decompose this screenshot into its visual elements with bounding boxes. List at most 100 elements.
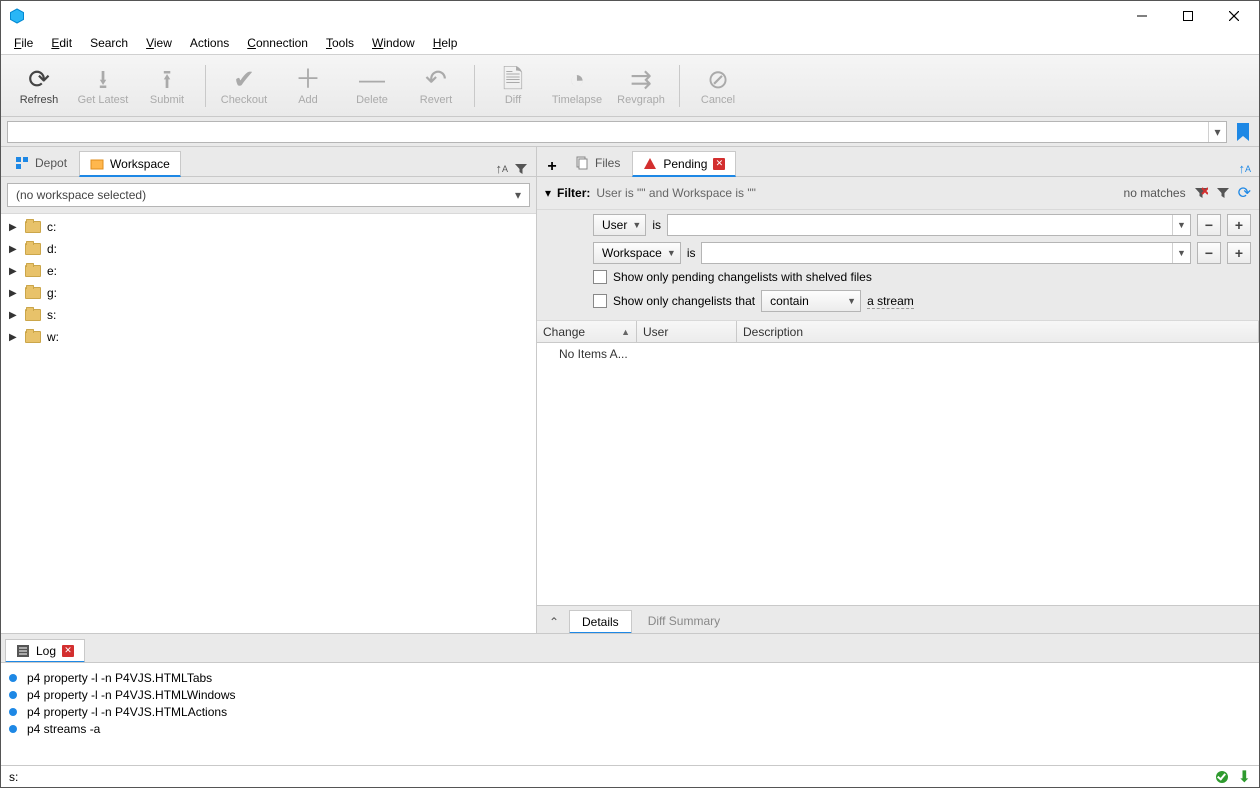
maximize-button[interactable] [1165,1,1211,31]
workspace-icon [90,157,104,171]
folder-icon [25,265,41,277]
col-user[interactable]: User [637,321,737,342]
delete-button[interactable]: — Delete [340,58,404,114]
collapse-filter-icon[interactable]: ▾ [545,186,551,200]
expand-icon[interactable]: ▶ [9,222,19,233]
address-dropdown[interactable]: ▾ [1208,122,1226,142]
shelved-label: Show only pending changelists with shelv… [613,270,872,284]
workspace-tree[interactable]: ▶c:▶d:▶e:▶g:▶s:▶w: [1,213,536,633]
get-latest-button[interactable]: ⭳ Get Latest [71,58,135,114]
workspace-selector[interactable]: (no workspace selected) ▾ [7,183,530,207]
tab-pending[interactable]: Pending ✕ [632,151,736,177]
filter-user-value[interactable]: ▼ [667,214,1191,236]
tree-node[interactable]: ▶c: [9,216,536,238]
sort-icon-right[interactable]: ↑A [1238,161,1251,176]
revert-button[interactable]: ↶ Revert [404,58,468,114]
filter-field-workspace[interactable]: Workspace▼ [593,242,681,264]
tab-diff-summary[interactable]: Diff Summary [636,609,732,633]
expand-icon[interactable]: ▶ [9,266,19,277]
menu-bar: File Edit Search View Actions Connection… [1,31,1259,55]
filter-workspace-value[interactable]: ▼ [701,242,1191,264]
shelved-checkbox[interactable] [593,270,607,284]
log-text: p4 property -l -n P4VJS.HTMLTabs [27,671,212,685]
filter-icon-right[interactable] [1216,186,1230,200]
menu-file[interactable]: File [5,33,42,53]
close-button[interactable] [1211,1,1257,31]
expand-details-icon[interactable]: ⌃ [543,611,565,633]
expand-icon[interactable]: ▶ [9,288,19,299]
tree-node[interactable]: ▶ s: [9,304,536,326]
expand-icon[interactable]: ▶ [9,332,19,343]
undo-icon: ↶ [425,66,447,92]
tab-workspace-label: Workspace [110,157,170,171]
tab-details[interactable]: Details [569,610,632,634]
filter-icon[interactable] [514,162,528,176]
tab-pending-label: Pending [663,157,707,171]
log-text: p4 property -l -n P4VJS.HTMLWindows [27,688,236,702]
grid-empty-text: No Items A... [537,343,1259,365]
expand-icon[interactable]: ▶ [9,244,19,255]
tab-log[interactable]: Log ✕ [5,639,85,663]
cancel-button[interactable]: ⊘ Cancel [686,58,750,114]
col-description[interactable]: Description [737,321,1259,342]
remove-filter-row-2[interactable]: − [1197,242,1221,264]
address-input[interactable] [8,122,1208,142]
diff-button[interactable]: 🗎 Diff [481,58,545,114]
remove-filter-row[interactable]: − [1197,214,1221,236]
refresh-button[interactable]: ⟳ Refresh [7,58,71,114]
bookmark-icon[interactable] [1233,122,1253,142]
menu-window[interactable]: Window [363,33,424,53]
is-label: is [652,218,661,232]
title-bar [1,1,1259,31]
tree-node[interactable]: ▶d: [9,238,536,260]
filter-field-user[interactable]: User▼ [593,214,646,236]
submit-button[interactable]: ⭱ Submit [135,58,199,114]
status-text: s: [9,770,18,784]
address-combo[interactable]: ▾ [7,121,1227,143]
menu-help[interactable]: Help [424,33,467,53]
log-text: p4 streams -a [27,722,100,736]
tab-depot[interactable]: Depot [5,150,77,176]
stream-checkbox[interactable] [593,294,607,308]
close-tab-button[interactable]: ✕ [713,158,725,170]
clear-filter-icon[interactable] [1194,186,1208,200]
menu-connection[interactable]: Connection [238,33,317,53]
filter-bar: ▾ Filter: User is "" and Workspace is ""… [537,177,1259,210]
sort-icon[interactable]: ↑A [495,161,508,176]
menu-actions[interactable]: Actions [181,33,238,53]
menu-edit[interactable]: Edit [42,33,81,53]
tab-files[interactable]: Files [565,150,630,176]
add-button[interactable]: ＋ Add [276,58,340,114]
checkout-button[interactable]: ✔ Checkout [212,58,276,114]
grid-header: Change▲ User Description [537,321,1259,343]
drive-label: s: [47,308,56,322]
log-body[interactable]: p4 property -l -n P4VJS.HTMLTabs p4 prope… [1,662,1259,765]
menu-view[interactable]: View [137,33,181,53]
col-change[interactable]: Change▲ [537,321,637,342]
right-tabs: + Files Pending ✕ ↑A [537,147,1259,177]
add-filter-row[interactable]: + [1227,214,1251,236]
depot-icon [15,156,29,170]
close-log-button[interactable]: ✕ [62,645,74,657]
menu-search[interactable]: Search [81,33,137,53]
log-icon [16,644,30,658]
revgraph-button[interactable]: ⇉ Revgraph [609,58,673,114]
folder-icon [25,243,41,255]
status-bar: s: ⬇ [1,765,1259,787]
contain-dropdown[interactable]: contain▼ [761,290,861,312]
filter-form: User▼ is ▼ − + Workspace▼ is ▼ − + Show … [537,210,1259,321]
expand-icon[interactable]: ▶ [9,310,19,321]
log-text: p4 property -l -n P4VJS.HTMLActions [27,705,227,719]
tree-node[interactable]: ▶e: [9,260,536,282]
add-filter-row-2[interactable]: + [1227,242,1251,264]
minimize-button[interactable] [1119,1,1165,31]
detail-tabs: ⌃ Details Diff Summary [537,605,1259,633]
tab-workspace[interactable]: Workspace [79,151,181,177]
menu-tools[interactable]: Tools [317,33,363,53]
timelapse-button[interactable]: ◔ Timelapse [545,58,609,114]
new-tab-button[interactable]: + [541,158,563,176]
refresh-filter-icon[interactable]: ⟳ [1238,183,1251,203]
tree-node[interactable]: ▶w: [9,326,536,348]
tree-node[interactable]: ▶g: [9,282,536,304]
folder-icon [25,287,41,299]
